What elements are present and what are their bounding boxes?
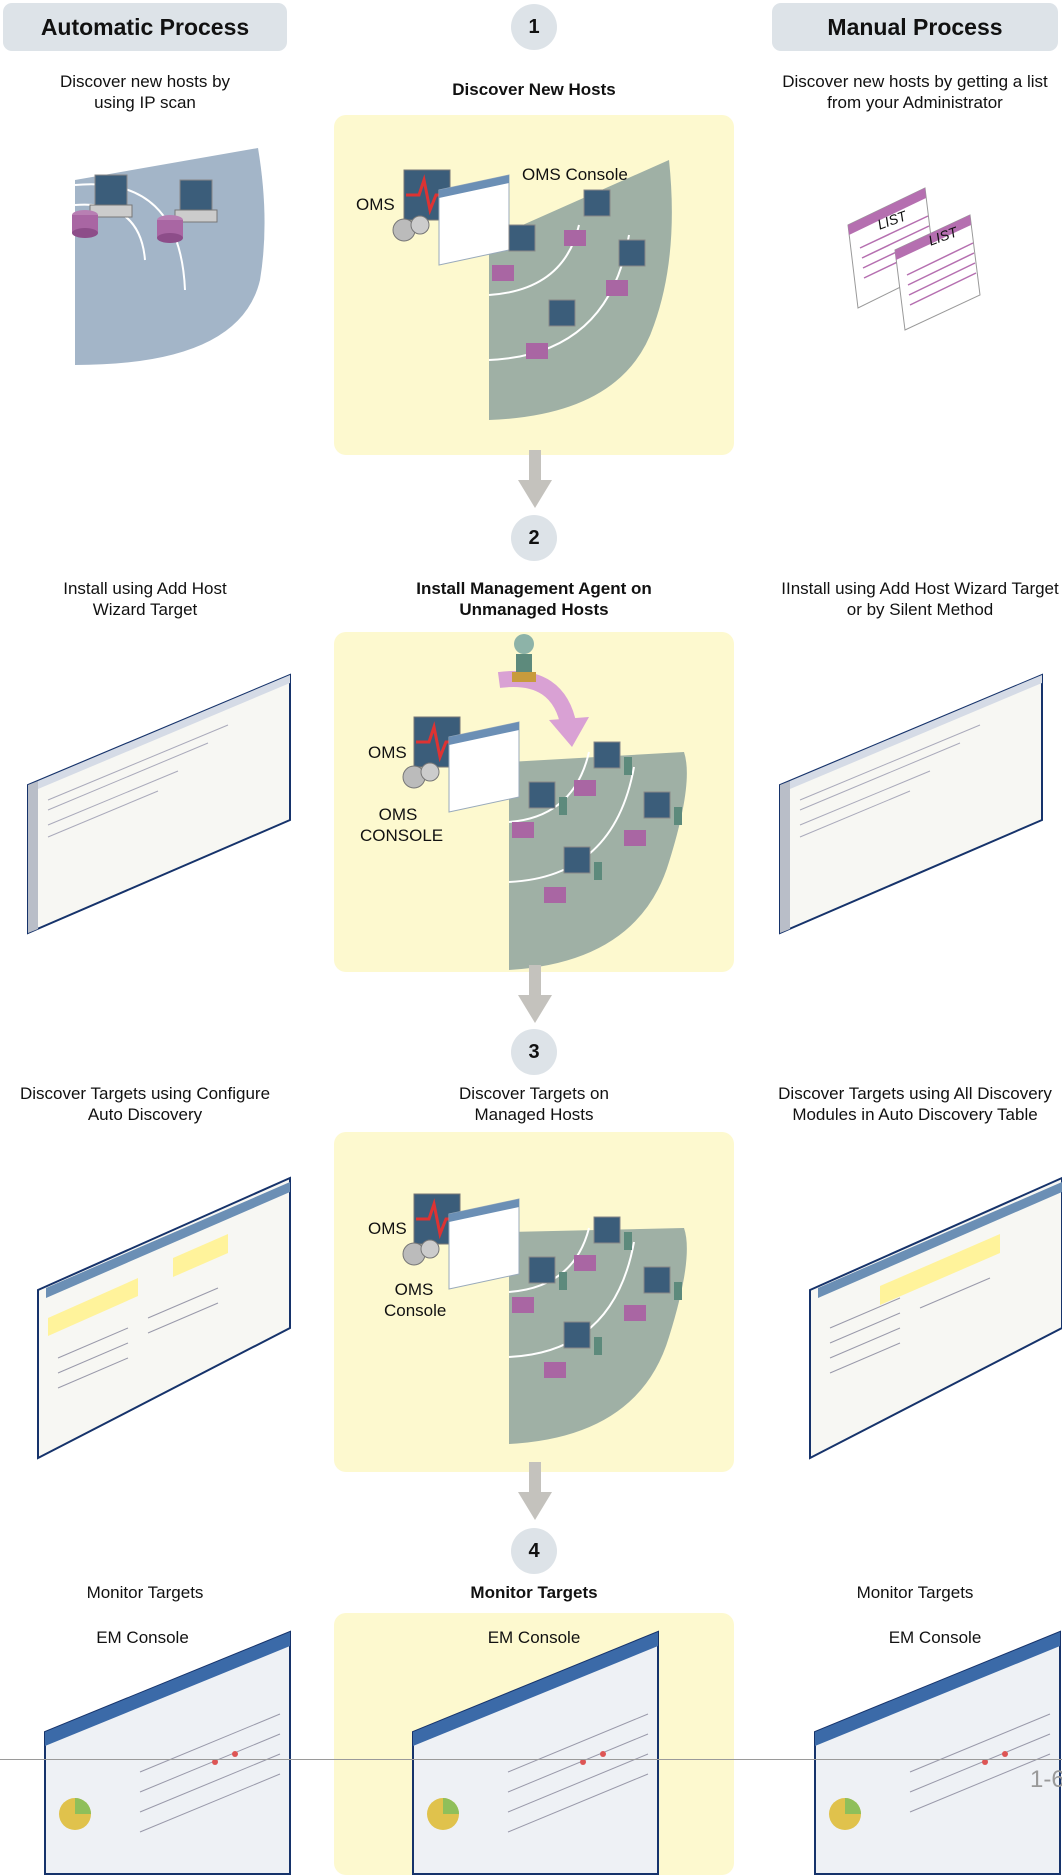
ip-scan-radar-illustration bbox=[72, 148, 265, 365]
page-number: 1-6 bbox=[1030, 1766, 1062, 1793]
step-3-badge: 3 bbox=[511, 1029, 557, 1075]
step-2-panel: OMS OMS CONSOLE bbox=[334, 632, 734, 972]
silent-method-screenshot bbox=[779, 673, 1043, 935]
oms-label: OMS bbox=[368, 743, 407, 762]
oms-console-label: OMS Console bbox=[384, 1280, 447, 1320]
em-console-screenshot bbox=[814, 1630, 1061, 1875]
install-agent-illustration bbox=[402, 634, 687, 970]
down-arrow bbox=[518, 450, 552, 508]
oms-console-label: OMS Console bbox=[522, 165, 628, 184]
step-4-badge: 4 bbox=[511, 1528, 557, 1574]
step-1-title: Discover New Hosts bbox=[452, 80, 616, 99]
automatic-process-header: Automatic Process bbox=[3, 3, 287, 51]
step-4-automatic-text: Monitor Targets bbox=[86, 1583, 204, 1602]
step-3-manual-text: Discover Targets using All Discovery Mod… bbox=[778, 1084, 1052, 1124]
step-1-badge: 1 bbox=[511, 4, 557, 50]
host-list-documents-illustration bbox=[847, 187, 981, 331]
em-console-screenshot bbox=[44, 1630, 291, 1875]
manual-process-header: Manual Process bbox=[772, 3, 1058, 51]
step-3-automatic-text: Discover Targets using Configure Auto Di… bbox=[19, 1084, 271, 1124]
step-2-title: Install Management Agent on Unmanaged Ho… bbox=[416, 579, 652, 619]
down-arrow bbox=[518, 1462, 552, 1520]
down-arrow bbox=[518, 965, 552, 1023]
step-1-manual-text: Discover new hosts by getting a list fro… bbox=[782, 72, 1048, 112]
step-3-title: Discover Targets on Managed Hosts bbox=[459, 1084, 609, 1124]
step-2-badge: 2 bbox=[511, 515, 557, 561]
step-4-title: Monitor Targets bbox=[470, 1583, 598, 1602]
oms-console-label: OMS CONSOLE bbox=[360, 805, 444, 845]
em-console-screenshot bbox=[412, 1630, 659, 1875]
step-2-manual-text: IInstall using Add Host Wizard Target or… bbox=[781, 579, 1059, 619]
footer-rule bbox=[0, 1759, 1062, 1760]
configure-auto-discovery-screenshot bbox=[37, 1176, 291, 1460]
step-4-manual-text: Monitor Targets bbox=[856, 1583, 974, 1602]
add-host-wizard-screenshot bbox=[27, 673, 291, 935]
auto-discovery-table-screenshot bbox=[809, 1176, 1062, 1460]
step-2-automatic-text: Install using Add Host Wizard Target bbox=[63, 579, 227, 619]
step-1-panel: OMS OMS Console bbox=[334, 115, 734, 455]
oms-label: OMS bbox=[368, 1219, 407, 1238]
step-3-panel: OMS OMS Console bbox=[334, 1132, 734, 1472]
step-1-automatic-text: Discover new hosts by using IP scan bbox=[59, 72, 231, 112]
oms-label: OMS bbox=[356, 195, 395, 214]
